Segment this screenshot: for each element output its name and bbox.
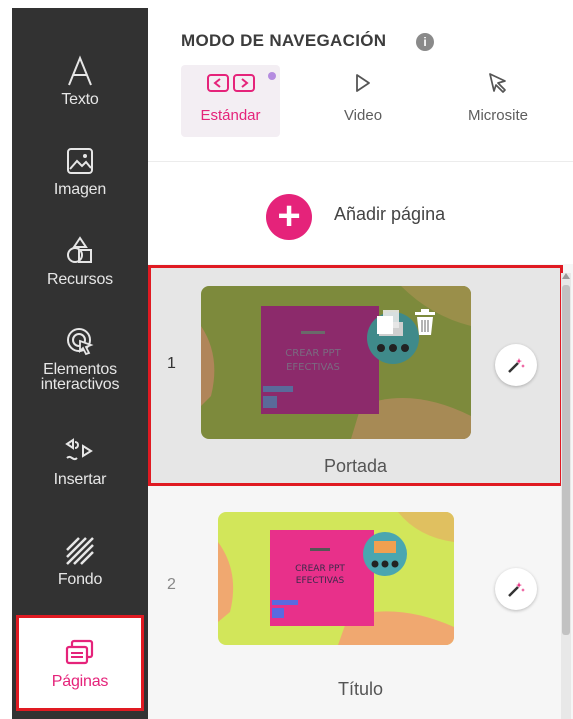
page-card-2[interactable]: 2 CREAR PPT EFECTIVAS Título [148, 496, 573, 719]
page-number: 2 [167, 576, 176, 593]
pages-scrollbar[interactable] [561, 273, 571, 719]
nav-mode-label: Microsite [467, 107, 528, 124]
magic-wand-icon [508, 358, 525, 373]
nav-mode-standard[interactable]: Estándar [181, 65, 280, 137]
add-page-row[interactable]: + Añadir página [148, 161, 573, 264]
thumb-title-line: CREAR PPT [285, 348, 341, 359]
nav-mode-microsite[interactable]: Microsite [453, 65, 543, 137]
delete-icon[interactable] [413, 308, 437, 341]
left-sidebar: Texto Imagen Recursos Elementos interact… [12, 8, 148, 719]
pages-icon [63, 636, 97, 670]
navigation-mode-title: MODO DE NAVEGACIÓN [181, 31, 387, 50]
sidebar-item-elementos-interactivos[interactable]: Elementos interactivos [12, 300, 148, 404]
interactive-icon [63, 324, 97, 358]
text-icon [63, 54, 97, 88]
sidebar-item-insertar[interactable]: Insertar [12, 410, 148, 502]
page-number: 1 [167, 355, 176, 372]
page-card-1[interactable]: 1 CREAR PPT EFECTIVAS Portada [148, 265, 563, 486]
magic-wand-button[interactable] [495, 344, 537, 386]
sidebar-item-fondo[interactable]: Fondo [12, 510, 148, 602]
sidebar-item-label: Recursos [47, 271, 113, 288]
page-thumbnail[interactable]: CREAR PPT EFECTIVAS [218, 512, 454, 645]
navigation-mode-section: MODO DE NAVEGACIÓN i Estándar Video Micr… [148, 8, 573, 161]
thumb-title-line: EFECTIVAS [296, 576, 345, 586]
add-page-button[interactable]: + [266, 194, 312, 240]
play-icon [352, 65, 374, 101]
nav-mode-label: Estándar [200, 107, 261, 124]
image-icon [63, 144, 97, 178]
new-badge-dot [268, 72, 276, 80]
thumbnail-actions [375, 308, 437, 341]
sidebar-item-recursos[interactable]: Recursos [12, 210, 148, 302]
duplicate-icon[interactable] [375, 308, 401, 341]
nav-mode-video[interactable]: Video [333, 65, 393, 137]
add-page-label: Añadir página [334, 204, 446, 224]
sidebar-item-label: Texto [61, 91, 99, 108]
insert-icon [63, 434, 97, 468]
magic-wand-icon [508, 582, 525, 597]
sidebar-item-label: Insertar [53, 471, 107, 488]
sidebar-item-label: Fondo [57, 571, 103, 588]
scrollbar-thumb[interactable] [562, 285, 570, 635]
thumb-title-line: EFECTIVAS [286, 362, 340, 373]
info-icon[interactable]: i [416, 33, 434, 51]
page-title-label: Portada [323, 456, 388, 476]
sidebar-item-label: Elementos interactivos [40, 361, 120, 393]
sidebar-item-imagen[interactable]: Imagen [12, 120, 148, 212]
sidebar-item-texto[interactable]: Texto [12, 30, 148, 122]
standard-nav-icon [205, 65, 257, 101]
thumb-title-line: CREAR PPT [295, 564, 345, 574]
background-icon [63, 534, 97, 568]
sidebar-item-paginas[interactable]: Páginas [16, 615, 144, 711]
magic-wand-button[interactable] [495, 568, 537, 610]
sidebar-item-label: Imagen [53, 181, 107, 198]
sidebar-item-label: Páginas [51, 673, 109, 690]
nav-mode-label: Video [343, 107, 383, 124]
scroll-up-arrow-icon[interactable] [562, 273, 570, 279]
resources-icon [63, 234, 97, 268]
cursor-icon [486, 65, 510, 101]
pages-panel: MODO DE NAVEGACIÓN i Estándar Video Micr… [148, 8, 573, 719]
page-title-label: Título [337, 679, 384, 699]
